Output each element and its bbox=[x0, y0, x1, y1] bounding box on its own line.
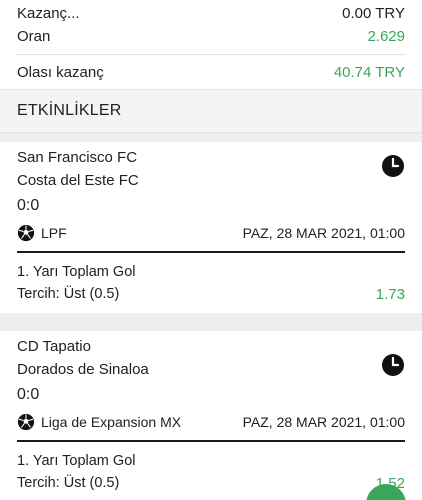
event-datetime: PAZ, 28 MAR 2021, 01:00 bbox=[242, 414, 405, 430]
market-name: 1. Yarı Toplam Gol bbox=[17, 264, 136, 280]
odds-row: Oran 2.629 bbox=[17, 24, 405, 48]
soccer-ball-icon bbox=[17, 413, 35, 431]
bet-summary: Kazanç... 0.00 TRY Oran 2.629 Olası kaza… bbox=[0, 0, 422, 89]
home-team: CD Tapatio bbox=[17, 338, 91, 355]
pick-label: Tercih: Üst (0.5) bbox=[17, 286, 120, 302]
pick-row: Tercih: Üst (0.5) 1.52 bbox=[17, 472, 405, 494]
score: 0:0 bbox=[17, 385, 40, 403]
league: LPF bbox=[17, 224, 67, 242]
odds-value: 2.629 bbox=[367, 27, 405, 45]
spacer bbox=[0, 133, 422, 142]
league-name: Liga de Expansion MX bbox=[41, 414, 182, 430]
stake-value: 0.00 TRY bbox=[342, 4, 405, 22]
event-meta: LPF PAZ, 28 MAR 2021, 01:00 bbox=[17, 219, 405, 247]
home-team: San Francisco FC bbox=[17, 149, 138, 166]
clock-icon bbox=[382, 354, 404, 376]
away-team: Dorados de Sinaloa bbox=[17, 361, 149, 378]
market-name: 1. Yarı Toplam Gol bbox=[17, 453, 136, 469]
pick-row: Tercih: Üst (0.5) 1.73 bbox=[17, 283, 405, 305]
event-card[interactable]: San Francisco FC Costa del Este FC 0:0 L… bbox=[0, 142, 422, 313]
score: 0:0 bbox=[17, 196, 40, 214]
away-team: Costa del Este FC bbox=[17, 172, 139, 189]
stake-row: Kazanç... 0.00 TRY bbox=[17, 0, 405, 24]
event-meta: Liga de Expansion MX PAZ, 28 MAR 2021, 0… bbox=[17, 408, 405, 436]
potential-win-label: Olası kazanç bbox=[17, 63, 104, 81]
league: Liga de Expansion MX bbox=[17, 413, 181, 431]
odds-label: Oran bbox=[17, 27, 51, 45]
section-title: ETKİNLİKLER bbox=[0, 89, 422, 133]
event-datetime: PAZ, 28 MAR 2021, 01:00 bbox=[242, 225, 405, 241]
spacer bbox=[0, 313, 422, 331]
stake-label: Kazanç... bbox=[17, 4, 80, 22]
clock-icon bbox=[382, 155, 404, 177]
pick-label: Tercih: Üst (0.5) bbox=[17, 475, 120, 491]
soccer-ball-icon bbox=[17, 224, 35, 242]
potential-win-row: Olası kazanç 40.74 TRY bbox=[17, 55, 405, 89]
pick-odds: 1.73 bbox=[375, 285, 405, 303]
potential-win-value: 40.74 TRY bbox=[333, 63, 405, 81]
event-card[interactable]: CD Tapatio Dorados de Sinaloa 0:0 Liga d… bbox=[0, 331, 422, 500]
league-name: LPF bbox=[41, 225, 67, 241]
